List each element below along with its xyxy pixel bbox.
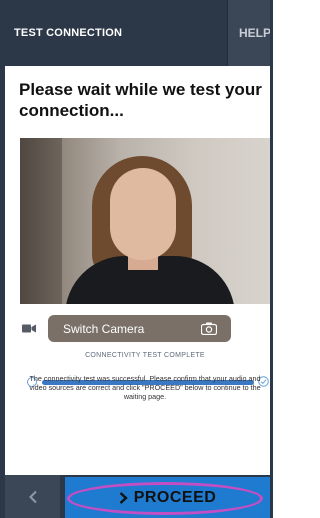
back-button[interactable] (5, 475, 60, 518)
camera-switch-icon (201, 322, 217, 335)
switch-camera-button[interactable]: Switch Camera (48, 315, 231, 342)
tab-test-connection-label: TEST CONNECTION (14, 27, 123, 39)
top-nav-bar: TEST CONNECTION HELP (5, 0, 270, 66)
frame-right-edge (270, 0, 273, 518)
video-camera-icon (22, 324, 36, 333)
tab-help[interactable]: HELP (227, 0, 270, 66)
switch-camera-label: Switch Camera (63, 321, 145, 336)
video-person-face (110, 168, 176, 260)
proceed-button-label: PROCEED (133, 488, 217, 506)
video-background-door (20, 138, 62, 304)
page-heading: Please wait while we test your connectio… (19, 80, 262, 120)
chevron-left-icon (28, 490, 37, 503)
connectivity-message: The connectivity test was successful. Pl… (29, 374, 261, 401)
proceed-button[interactable]: PROCEED (65, 477, 270, 518)
connectivity-status-title: CONNECTIVITY TEST COMPLETE (85, 352, 205, 359)
frame-left-edge (0, 0, 5, 518)
chevron-right-icon (119, 491, 128, 504)
tab-test-connection[interactable]: TEST CONNECTION (5, 0, 227, 66)
tab-help-label: HELP (239, 26, 270, 40)
camera-preview (20, 138, 270, 304)
bottom-action-bar: PROCEED (5, 475, 270, 518)
